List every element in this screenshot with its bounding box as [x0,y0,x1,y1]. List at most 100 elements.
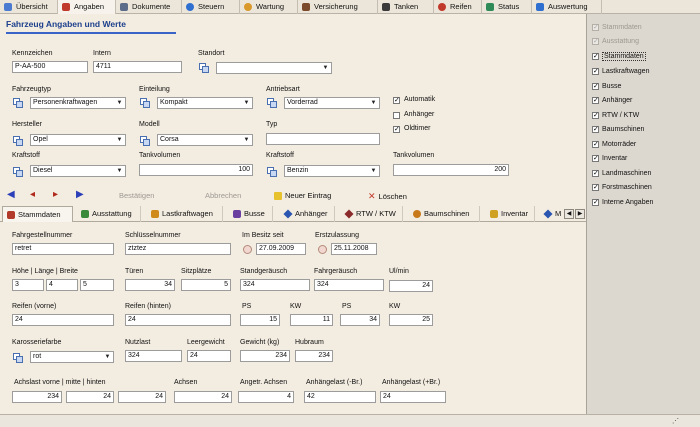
filter-checkbox[interactable]: ✓ [592,112,599,119]
laenge-input[interactable]: 4 [46,279,78,291]
picklist-icon[interactable] [13,353,23,363]
fahrgeraeusch-input[interactable]: 324 [314,279,384,291]
calendar-icon[interactable] [318,245,327,254]
anhaenger-checkbox[interactable] [393,112,400,119]
automatik-checkbox[interactable]: ✓ [393,97,400,104]
tankvolumen-2-input[interactable]: 200 [393,164,509,176]
achslast-mitte-input[interactable]: 24 [66,391,114,403]
im-besitz-seit-input[interactable]: 27.09.2009 [256,243,306,255]
subtab-ausstattung[interactable]: Ausstattung [77,206,141,222]
filter-item[interactable]: ✓ Forstmaschinen [592,184,652,191]
filter-item[interactable]: ✓ Lastkraftwagen [592,68,649,75]
picklist-icon[interactable] [140,98,150,108]
filter-checkbox[interactable]: ✓ [592,184,599,191]
filter-item[interactable]: ✓ RTW / KTW [592,112,639,119]
hersteller-select[interactable]: Opel ▼ [30,134,126,146]
filter-checkbox[interactable]: ✓ [592,141,599,148]
achslast-vorne-input[interactable]: 234 [12,391,62,403]
anhaengelast-mit-bremse-input[interactable]: 24 [380,391,446,403]
tab-angaben[interactable]: Angaben [58,0,116,14]
anhaengelast-ohne-bremse-input[interactable]: 42 [304,391,376,403]
tab-dokumente[interactable]: Dokumente [116,0,182,14]
filter-checkbox[interactable]: ✓ [592,68,599,75]
standort-select[interactable]: ▼ [216,62,332,74]
next-record-icon[interactable]: ▸ [53,190,58,200]
filter-item[interactable]: ✓ Motorräder [592,141,636,148]
new-entry-button[interactable]: Neuer Eintrag [274,191,331,201]
tankvolumen-input[interactable]: 100 [139,164,253,176]
subtab-inventar[interactable]: Inventar [486,206,535,222]
subtab-anhaenger[interactable]: Anhänger [280,206,335,222]
filter-checkbox[interactable]: ✓ [592,83,599,90]
kw-2-input[interactable]: 25 [389,314,433,326]
filter-checkbox[interactable]: ✓ [592,155,599,162]
nutzlast-input[interactable]: 324 [125,350,182,362]
tab-auswertung[interactable]: Auswertung [532,0,602,14]
filter-checkbox[interactable]: ✓ [592,199,599,206]
achslast-hinten-input[interactable]: 24 [118,391,166,403]
filter-checkbox[interactable]: ✓ [592,126,599,133]
tab-reifen[interactable]: Reifen [434,0,482,14]
picklist-icon[interactable] [267,98,277,108]
filter-item[interactable]: ✓ Inventar [592,155,627,162]
tab-uebersicht[interactable]: Übersicht [0,0,58,14]
first-record-icon[interactable]: ◀ [7,190,15,200]
tab-versicherung[interactable]: Versicherung [298,0,378,14]
einteilung-select[interactable]: Kompakt ▼ [157,97,253,109]
cancel-button[interactable]: Abbrechen [205,191,241,200]
schluesselnummer-input[interactable]: ztztez [125,243,231,255]
delete-button[interactable]: ✕ Löschen [368,191,407,202]
subtab-rtw-ktw[interactable]: RTW / KTW [341,206,403,222]
tab-status[interactable]: Status [482,0,532,14]
filter-checkbox[interactable]: ✓ [592,97,599,104]
filter-item[interactable]: ✓ Busse [592,83,621,90]
filter-item[interactable]: ✓ Baumschinen [592,126,644,133]
erstzulassung-input[interactable]: 25.11.2008 [331,243,377,255]
typ-input[interactable] [266,133,380,145]
kraftstoff-2-select[interactable]: Benzin ▼ [284,165,380,177]
antriebsart-select[interactable]: Vorderrad ▼ [284,97,380,109]
angetriebene-achsen-input[interactable]: 4 [238,391,294,403]
achsen-input[interactable]: 24 [174,391,232,403]
confirm-button[interactable]: Bestätigen [119,191,154,200]
tueren-input[interactable]: 34 [125,279,175,291]
filter-checkbox[interactable]: ✓ [592,170,599,177]
calendar-icon[interactable] [243,245,252,254]
reifen-vorne-input[interactable]: 24 [12,314,114,326]
tab-scroll-left-button[interactable]: ◀ [564,209,574,219]
oldtimer-checkbox[interactable]: ✓ [393,126,400,133]
filter-item[interactable]: ✓ Anhänger [592,97,632,104]
subtab-lastkraftwagen[interactable]: Lastkraftwagen [147,206,223,222]
tab-steuern[interactable]: Steuern [182,0,240,14]
sitzplaetze-input[interactable]: 5 [181,279,231,291]
picklist-icon[interactable] [199,63,209,73]
filter-item[interactable]: ✓ Stammdaten [592,52,646,61]
hubraum-input[interactable]: 234 [295,350,333,362]
reifen-hinten-input[interactable]: 24 [125,314,231,326]
standgeraeusch-input[interactable]: 324 [240,279,310,291]
subtab-stammdaten[interactable]: Stammdaten [2,206,73,222]
karosseriefarbe-select[interactable]: rot ▼ [30,351,114,363]
subtab-busse[interactable]: Busse [229,206,273,222]
fahrzeugtyp-select[interactable]: Personenkraftwagen ▼ [30,97,126,109]
fahrgestellnummer-input[interactable]: retret [12,243,114,255]
hoehe-input[interactable]: 3 [12,279,44,291]
picklist-icon[interactable] [13,98,23,108]
picklist-icon[interactable] [140,136,150,146]
tab-tanken[interactable]: Tanken [378,0,434,14]
picklist-icon[interactable] [13,136,23,146]
ps-input[interactable]: 15 [240,314,280,326]
previous-record-icon[interactable]: ◂ [30,190,35,200]
ulmin-input[interactable]: 24 [389,280,433,292]
ps-2-input[interactable]: 34 [340,314,380,326]
subtab-more[interactable]: M [540,206,566,222]
kennzeichen-input[interactable]: P-AA-500 [12,61,88,73]
modell-select[interactable]: Corsa ▼ [157,134,253,146]
filter-item[interactable]: ✓ Interne Angaben [592,199,653,206]
resize-grip-icon[interactable]: ⋰ [672,417,679,425]
leergewicht-input[interactable]: 24 [187,350,231,362]
gewicht-input[interactable]: 234 [240,350,290,362]
kw-input[interactable]: 11 [290,314,333,326]
filter-item[interactable]: ✓ Landmaschinen [592,170,651,177]
last-record-icon[interactable]: ▶ [76,190,84,200]
